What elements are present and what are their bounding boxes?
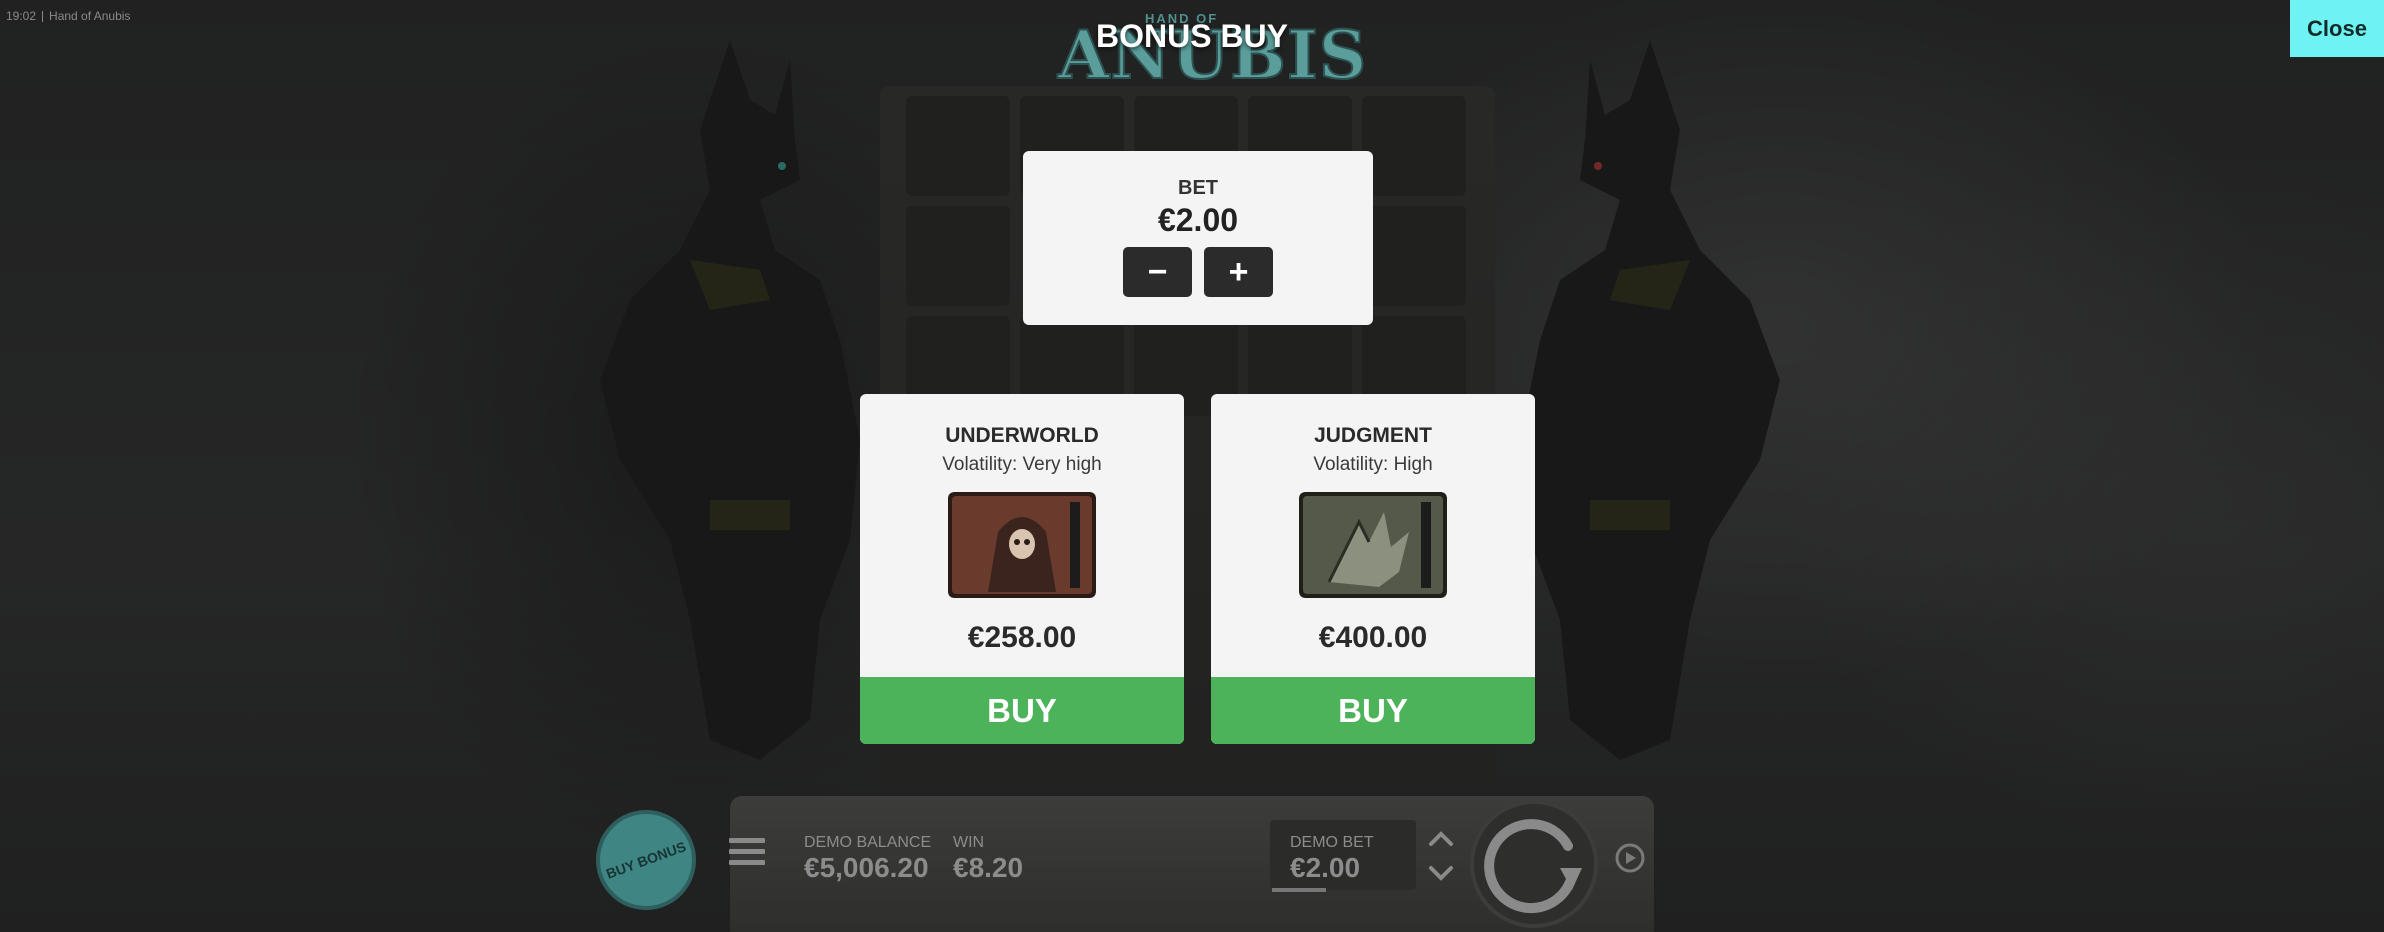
card-title: UNDERWORLD [945, 424, 1099, 447]
win-value: €8.20 [953, 852, 1024, 883]
page-title: BONUS BUY [1095, 18, 1288, 54]
demo-bet-label: DEMO BET [1290, 834, 1374, 851]
reaper-icon [948, 492, 1096, 598]
card-title: JUDGMENT [1314, 424, 1432, 447]
win-label: WIN [953, 834, 985, 851]
bet-arrows-icon[interactable] [1426, 826, 1456, 886]
bonus-card-underworld: UNDERWORLD Volatility: Very high €258.00… [860, 394, 1184, 744]
demo-bet-value: €2.00 [1290, 852, 1361, 883]
card-volatility: Volatility: High [1313, 454, 1433, 475]
decrease-bet-button[interactable]: − [1123, 247, 1192, 297]
card-price: €400.00 [1318, 621, 1428, 654]
spin-button[interactable] [1464, 796, 1604, 932]
card-price: €258.00 [967, 621, 1077, 654]
increase-bet-button[interactable]: + [1204, 247, 1273, 297]
demo-bet-indicator [1272, 888, 1326, 892]
bonus-card-judgment: JUDGMENT Volatility: High €400.00 BUY [1211, 394, 1535, 744]
bet-label: BET [1178, 177, 1218, 199]
menu-icon[interactable] [729, 838, 765, 870]
buy-underworld-button[interactable]: BUY [860, 677, 1184, 744]
demo-balance-value: €5,006.20 [804, 852, 929, 883]
autoplay-icon[interactable] [1612, 840, 1648, 876]
close-button[interactable]: Close [2290, 0, 2384, 57]
modal-backdrop [0, 0, 2384, 932]
anubis-claw-icon [1299, 492, 1447, 598]
bet-panel: BET €2.00 − + [1023, 151, 1373, 325]
bet-value: €2.00 [1157, 202, 1239, 238]
buy-judgment-button[interactable]: BUY [1211, 677, 1535, 744]
demo-balance-label: DEMO BALANCE [804, 834, 932, 851]
card-volatility: Volatility: Very high [942, 454, 1102, 475]
